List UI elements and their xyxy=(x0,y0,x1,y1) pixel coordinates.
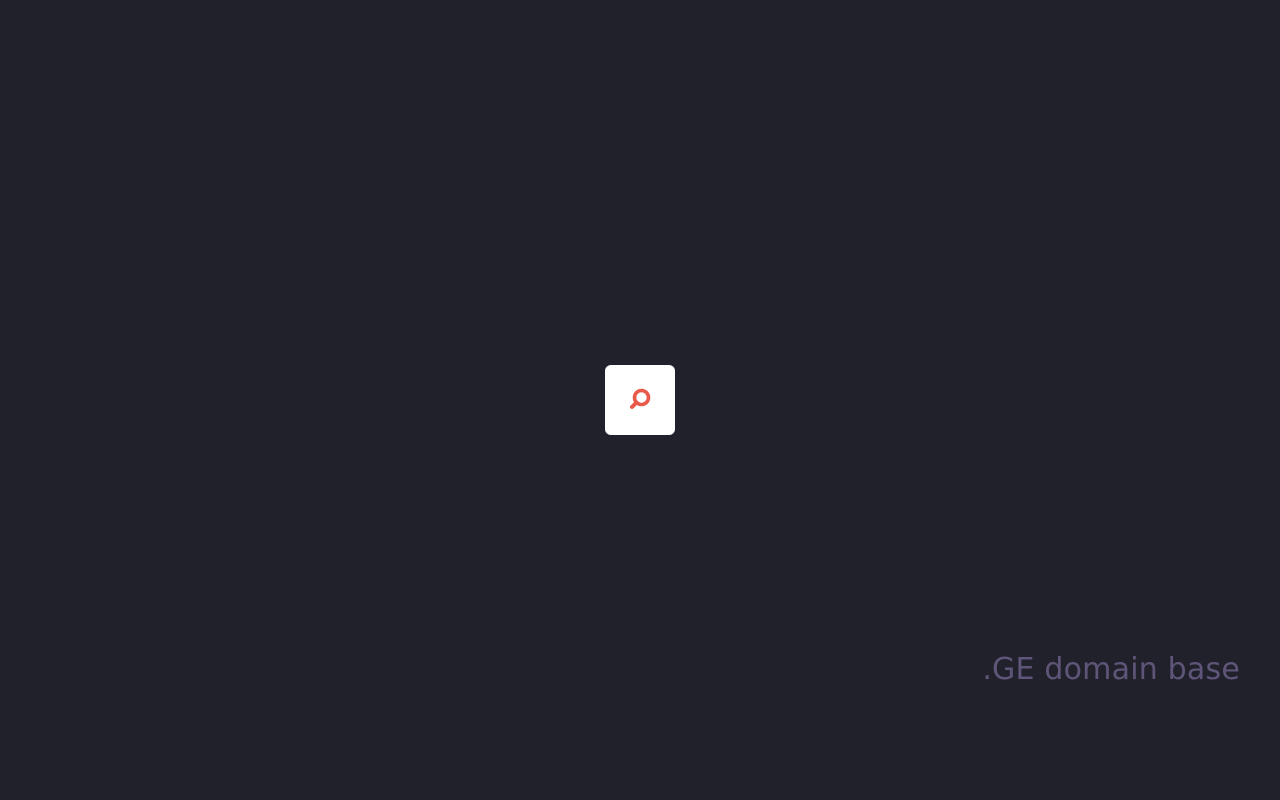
page: .GE domain base xyxy=(0,0,1280,800)
search-button[interactable] xyxy=(605,365,675,435)
domain-base-caption: .GE domain base xyxy=(982,652,1240,687)
search-icon xyxy=(625,385,655,415)
